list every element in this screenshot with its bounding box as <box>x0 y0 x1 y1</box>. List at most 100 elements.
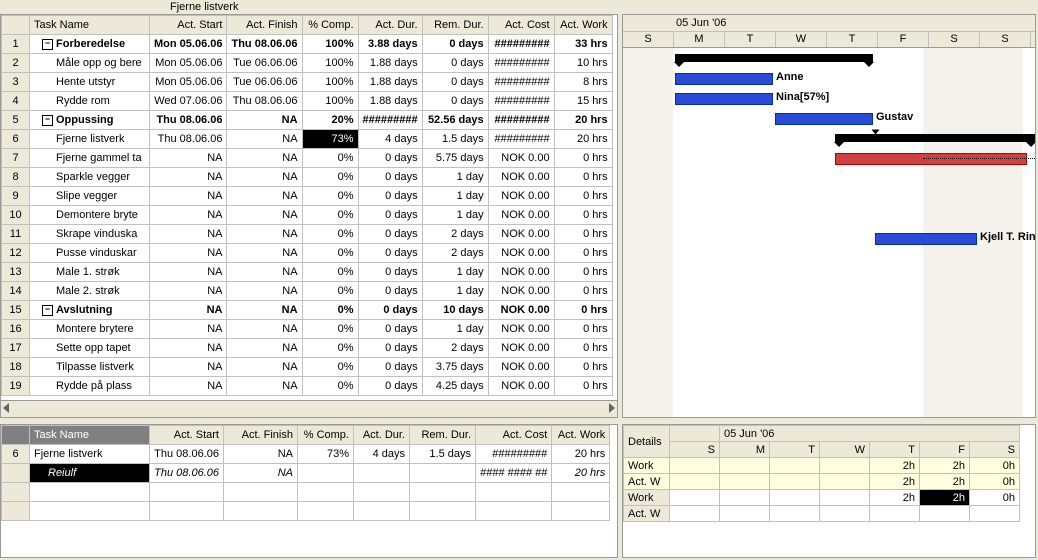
task-row[interactable]: 16 Montere brytere NA NA 0% 0 days 1 day… <box>2 320 613 339</box>
row-number[interactable]: 8 <box>2 168 30 187</box>
task-row[interactable]: 19 Rydde på plass NA NA 0% 0 days 4.25 d… <box>2 377 613 396</box>
task-bar[interactable]: Nina[57%] <box>675 93 773 105</box>
usage-cell[interactable] <box>970 506 1020 522</box>
usage-cell[interactable]: 2h <box>870 490 920 506</box>
col-header[interactable]: % Comp. <box>302 16 358 35</box>
usage-cell[interactable] <box>670 506 720 522</box>
usage-cell[interactable] <box>870 506 920 522</box>
task-name-cell[interactable]: Skrape vinduska <box>30 225 150 244</box>
row-number[interactable]: 13 <box>2 263 30 282</box>
task-row[interactable]: 10 Demontere bryte NA NA 0% 0 days 1 day… <box>2 206 613 225</box>
task-name-cell[interactable]: −Forberedelse <box>30 35 150 54</box>
task-name-cell[interactable]: Slipe vegger <box>30 187 150 206</box>
row-number[interactable]: 16 <box>2 320 30 339</box>
gantt-row[interactable] <box>623 368 1035 388</box>
usage-table[interactable]: Details 05 Jun '06SMTWTFSWork2h2h0hAct. … <box>623 425 1020 522</box>
hscroll[interactable] <box>1 400 617 417</box>
outline-toggle[interactable]: − <box>42 39 53 50</box>
task-bar-selected[interactable] <box>835 153 1027 165</box>
usage-cell[interactable] <box>720 474 770 490</box>
usage-cell[interactable] <box>770 490 820 506</box>
task-name-cell[interactable]: Måle opp og bere <box>30 54 150 73</box>
col-header[interactable]: Act. Work <box>554 16 612 35</box>
task-row[interactable]: 6 Fjerne listverk Thu 08.06.06NA 73%4 da… <box>2 445 610 464</box>
row-number[interactable]: 18 <box>2 358 30 377</box>
col-header[interactable]: Act. Start <box>150 16 227 35</box>
usage-cell[interactable]: 2h <box>920 458 970 474</box>
col-header[interactable]: Task Name <box>30 16 150 35</box>
row-number[interactable]: 12 <box>2 244 30 263</box>
gantt-row[interactable] <box>623 148 1035 168</box>
task-bar[interactable]: Gustav <box>775 113 873 125</box>
usage-cell[interactable]: 0h <box>970 490 1020 506</box>
usage-cell[interactable]: 2h <box>920 490 970 506</box>
gantt-row[interactable]: Nina[57%] <box>623 88 1035 108</box>
row-number[interactable]: 10 <box>2 206 30 225</box>
col-header[interactable]: Act. Work <box>552 426 610 445</box>
usage-cell[interactable] <box>670 458 720 474</box>
task-row[interactable]: 9 Slipe vegger NA NA 0% 0 days 1 day NOK… <box>2 187 613 206</box>
usage-cell[interactable] <box>920 506 970 522</box>
gantt-row[interactable]: Kjell T. Rin <box>623 228 1035 248</box>
task-name-cell[interactable]: −Oppussing <box>30 111 150 130</box>
task-row[interactable]: 17 Sette opp tapet NA NA 0% 0 days 2 day… <box>2 339 613 358</box>
task-row[interactable]: 7 Fjerne gammel ta NA NA 0% 0 days 5.75 … <box>2 149 613 168</box>
task-row[interactable]: 2 Måle opp og bere Mon 05.06.06 Tue 06.0… <box>2 54 613 73</box>
row-number[interactable]: 19 <box>2 377 30 396</box>
task-table[interactable]: Task NameAct. StartAct. Finish% Comp.Act… <box>1 15 613 396</box>
summary-bar[interactable] <box>675 54 873 62</box>
task-name-cell[interactable]: Sette opp tapet <box>30 339 150 358</box>
gantt-row[interactable] <box>623 308 1035 328</box>
gantt-row[interactable] <box>623 168 1035 188</box>
gantt-row[interactable] <box>623 388 1035 408</box>
corner-cell[interactable] <box>2 426 30 445</box>
usage-cell[interactable] <box>770 506 820 522</box>
row-number[interactable]: 3 <box>2 73 30 92</box>
task-row[interactable]: 11 Skrape vinduska NA NA 0% 0 days 2 day… <box>2 225 613 244</box>
task-row[interactable]: 5 −Oppussing Thu 08.06.06 NA 20% #######… <box>2 111 613 130</box>
resource-name[interactable]: Reiulf <box>30 464 150 483</box>
task-name-cell[interactable]: Tilpasse listverk <box>30 358 150 377</box>
gantt-row[interactable] <box>623 268 1035 288</box>
col-header[interactable]: Act. Finish <box>224 426 298 445</box>
col-header[interactable]: Act. Cost <box>476 426 552 445</box>
row-number[interactable]: 1 <box>2 35 30 54</box>
usage-cell[interactable] <box>770 458 820 474</box>
task-name-cell[interactable]: Sparkle vegger <box>30 168 150 187</box>
gantt-chart[interactable]: 05 Jun '06 SMTWTFSS AnneNina[57%]GustavK… <box>622 14 1036 418</box>
col-header[interactable]: Act. Cost <box>488 16 554 35</box>
task-row[interactable]: 14 Male 2. strøk NA NA 0% 0 days 1 day N… <box>2 282 613 301</box>
task-row[interactable]: 4 Rydde rom Wed 07.06.06 Thu 08.06.06 10… <box>2 92 613 111</box>
usage-row[interactable]: Work2h2h0h <box>624 458 1020 474</box>
task-name-cell[interactable]: Montere brytere <box>30 320 150 339</box>
row-number[interactable]: 2 <box>2 54 30 73</box>
gantt-row[interactable] <box>623 248 1035 268</box>
outline-toggle[interactable]: − <box>42 115 53 126</box>
usage-pane[interactable]: Details 05 Jun '06SMTWTFSWork2h2h0hAct. … <box>622 424 1036 558</box>
col-header[interactable]: Act. Dur. <box>358 16 422 35</box>
gantt-row[interactable] <box>623 48 1035 68</box>
task-row[interactable]: 3 Hente utstyr Mon 05.06.06 Tue 06.06.06… <box>2 73 613 92</box>
task-name-input[interactable]: Fjerne listverk <box>30 445 150 464</box>
task-name-cell[interactable]: Fjerne gammel ta <box>30 149 150 168</box>
corner-cell[interactable] <box>2 16 30 35</box>
usage-row[interactable]: Work2h2h0h <box>624 490 1020 506</box>
col-header[interactable]: Act. Finish <box>227 16 302 35</box>
gantt-row[interactable] <box>623 328 1035 348</box>
task-form-table[interactable]: Task NameAct. StartAct. Finish% Comp.Act… <box>1 425 610 521</box>
task-bar[interactable]: Kjell T. Rin <box>875 233 977 245</box>
task-name-cell[interactable]: Male 1. strøk <box>30 263 150 282</box>
usage-cell[interactable]: 2h <box>920 474 970 490</box>
row-number[interactable]: 11 <box>2 225 30 244</box>
summary-bar[interactable] <box>835 134 1035 142</box>
task-row[interactable]: 12 Pusse vinduskar NA NA 0% 0 days 2 day… <box>2 244 613 263</box>
task-sheet[interactable]: Task NameAct. StartAct. Finish% Comp.Act… <box>0 14 618 418</box>
task-name-cell[interactable]: Rydde rom <box>30 92 150 111</box>
usage-cell[interactable] <box>720 490 770 506</box>
task-name-cell[interactable]: Male 2. strøk <box>30 282 150 301</box>
usage-cell[interactable] <box>670 490 720 506</box>
usage-cell[interactable]: 0h <box>970 458 1020 474</box>
task-name-cell[interactable]: Pusse vinduskar <box>30 244 150 263</box>
task-name-cell[interactable]: Rydde på plass <box>30 377 150 396</box>
row-number[interactable]: 6 <box>2 130 30 149</box>
